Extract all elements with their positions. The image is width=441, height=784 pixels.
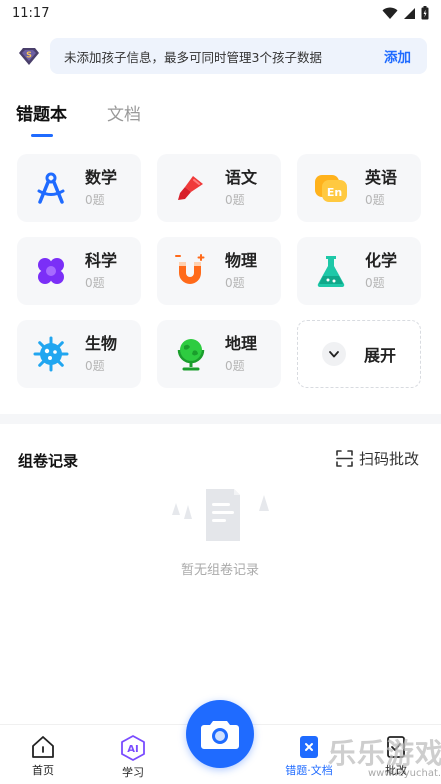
subject-name: 英语 [365,168,398,187]
banner-text: 未添加孩子信息，最多可同时管理3个孩子数据 [64,49,322,65]
battery-icon [421,6,429,20]
camera-button[interactable] [186,700,254,768]
subject-card-math[interactable]: 数学 0题 [17,154,141,222]
subject-count: 0题 [365,276,385,290]
subject-count: 0题 [225,193,245,207]
records-title: 组卷记录 [18,452,79,470]
subject-name: 语文 [225,168,258,187]
subject-count: 0题 [85,193,105,207]
flask-icon [313,253,349,289]
nav-label-study: 学习 [122,766,144,779]
section-divider [0,414,441,424]
camera-icon [201,721,239,749]
subject-card-physics[interactable]: 物理 0题 [157,237,281,305]
flower-icon [33,253,69,289]
subject-name: 数学 [85,168,118,187]
tab-documents-label: 文档 [107,105,141,125]
subject-count: 0题 [365,193,385,207]
empty-document-icon [172,489,269,541]
nav-label-home: 首页 [32,764,54,777]
add-child-button[interactable]: 添加 [384,46,411,66]
subject-count: 0题 [85,276,105,290]
compass-icon [33,170,69,206]
subject-card-geography[interactable]: 地理 0题 [157,320,281,388]
svg-text:AI: AI [127,744,138,755]
subject-count: 0题 [225,359,245,373]
en-bubble-icon: En [313,170,349,206]
signal-icon [404,7,415,19]
tab-bar: 错题本 文档 [16,100,141,137]
status-bar: 11:17 [0,0,441,26]
subject-card-biology[interactable]: 生物 0题 [17,320,141,388]
wrong-book-icon [300,736,318,758]
watermark-url: www.leyuchat.com [368,768,441,779]
status-time: 11:17 [12,5,50,21]
ai-icon: AI [121,735,145,761]
brush-icon [173,170,209,206]
mistake-book-page: 11:17 S 未添加孩子信息，最多可同时管理3个孩子数据 添加 错题本 文档 [0,0,441,784]
vip-badge-icon: S [14,41,44,71]
nav-item-study[interactable]: AI 学习 [103,735,163,780]
banner-bar: 未添加孩子信息，最多可同时管理3个孩子数据 添加 [50,38,427,74]
nav-label-mistakes-docs: 错题·文档 [285,764,333,777]
virus-icon [33,336,69,372]
globe-icon [173,336,209,372]
site-watermark: 乐乐游戏 www.leyuchat.com [328,732,441,784]
nav-item-home[interactable]: 首页 [13,735,73,778]
tab-mistake-book-label: 错题本 [16,105,67,125]
scan-grade-label: 扫码批改 [358,450,419,468]
subject-name: 化学 [365,251,398,270]
subject-name: 科学 [85,251,118,270]
subject-name: 物理 [225,251,258,270]
expand-subjects-button[interactable]: 展开 [297,320,421,388]
subject-card-chinese[interactable]: 语文 0题 [157,154,281,222]
scan-icon [336,450,353,467]
svg-text:S: S [26,51,32,60]
home-icon [32,736,54,758]
status-icons [382,6,429,20]
tab-documents[interactable]: 文档 [107,100,141,137]
magnet-icon [173,253,209,289]
empty-state-text: 暂无组卷记录 [180,563,259,578]
wifi-icon [382,7,398,19]
watermark-logo-text: 乐乐游戏 [328,737,441,770]
subject-grid: 数学 0题 语文 0题 En 英语 0题 科学 0题 物理 0题 化学 0题 生… [17,154,424,388]
chevron-down-icon [321,342,346,366]
subject-card-science[interactable]: 科学 0题 [17,237,141,305]
subject-count: 0题 [225,276,245,290]
subject-card-chemistry[interactable]: 化学 0题 [297,237,421,305]
subject-name: 地理 [225,334,258,353]
subject-count: 0题 [85,359,105,373]
subject-card-english[interactable]: En 英语 0题 [297,154,421,222]
subject-name: 生物 [85,334,118,353]
expand-label: 展开 [363,346,396,365]
tab-mistake-book[interactable]: 错题本 [16,100,67,137]
scan-grade-button[interactable]: 扫码批改 [336,448,419,469]
child-info-banner: S 未添加孩子信息，最多可同时管理3个孩子数据 添加 [14,38,427,74]
svg-text:En: En [327,186,342,199]
empty-state: 暂无组卷记录 [150,485,290,578]
tab-active-indicator [31,134,53,137]
